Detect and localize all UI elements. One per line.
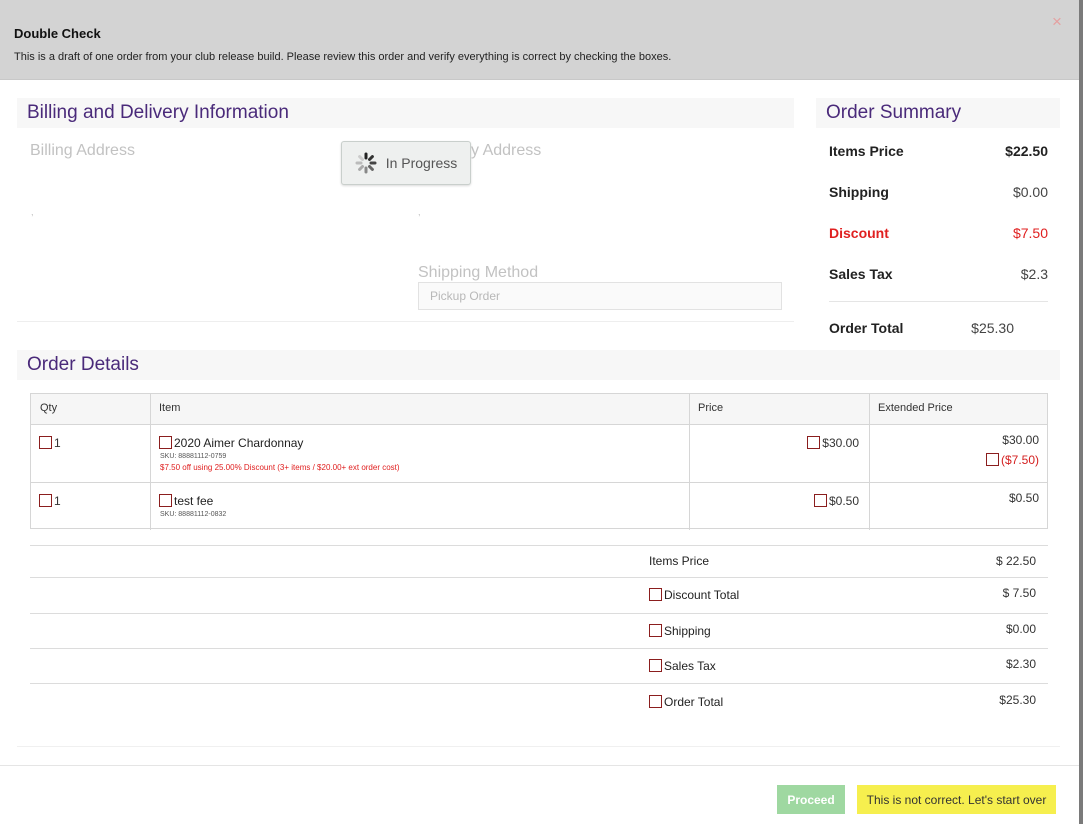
item-sku: SKU: 88881112-0832 bbox=[160, 511, 227, 518]
item-name: 2020 Aimer Chardonnay bbox=[174, 436, 304, 450]
table-row-price: $30.00 bbox=[807, 436, 859, 450]
double-check-modal: Double Check This is a draft of one orde… bbox=[0, 0, 1079, 824]
table-row-qty: 1 bbox=[39, 436, 61, 450]
modal-description: This is a draft of one order from your c… bbox=[14, 51, 672, 63]
totals-divider bbox=[30, 577, 1048, 578]
column-header-item: Item bbox=[150, 394, 689, 425]
table-row-item: 2020 Aimer Chardonnay bbox=[159, 436, 303, 450]
column-header-extended-price: Extended Price bbox=[869, 394, 1047, 425]
verify-checkbox[interactable] bbox=[813, 494, 827, 507]
totals-order-total: Order Total bbox=[649, 695, 723, 709]
summary-discount-value: $7.50 bbox=[1012, 225, 1048, 241]
qty-value: 1 bbox=[54, 494, 61, 508]
table-row-qty: 1 bbox=[39, 494, 61, 508]
totals-shipping-label: Shipping bbox=[664, 624, 711, 638]
row-divider bbox=[31, 482, 1047, 483]
extended-discount: ($7.50) bbox=[985, 453, 1039, 467]
summary-discount-label: Discount bbox=[829, 225, 889, 241]
totals-sales-tax: Sales Tax bbox=[649, 659, 716, 673]
table-row-item: test fee bbox=[159, 494, 213, 508]
verify-checkbox[interactable] bbox=[39, 494, 52, 507]
summary-items-price: Items Price $22.50 bbox=[829, 143, 1048, 163]
verify-checkbox[interactable] bbox=[649, 624, 662, 637]
qty-value: 1 bbox=[54, 436, 61, 450]
in-progress-indicator: In Progress bbox=[341, 141, 471, 185]
order-items-table: Qty Item Price Extended Price 1 2020 Aim… bbox=[30, 393, 1048, 530]
modal-footer: Proceed This is not correct. Let's start… bbox=[0, 765, 1079, 824]
in-progress-label: In Progress bbox=[385, 155, 458, 171]
verify-checkbox[interactable] bbox=[807, 436, 821, 449]
totals-order-total-value: $25.30 bbox=[999, 693, 1036, 707]
close-icon[interactable]: × bbox=[1049, 13, 1065, 31]
column-divider bbox=[689, 394, 690, 530]
item-name: test fee bbox=[174, 494, 214, 508]
modal-title: Double Check bbox=[14, 26, 101, 41]
column-header-qty: Qty bbox=[31, 394, 150, 425]
modal-header: Double Check This is a draft of one orde… bbox=[0, 0, 1079, 80]
price-value: $30.00 bbox=[822, 436, 859, 450]
summary-sales-tax-value: $2.3 bbox=[1020, 266, 1048, 282]
delivery-address-label: y Address bbox=[471, 142, 542, 159]
price-value: $0.50 bbox=[828, 494, 859, 508]
item-sku: SKU: 88881112-0759 bbox=[160, 453, 227, 460]
proceed-button[interactable]: Proceed bbox=[777, 785, 845, 814]
summary-shipping-label: Shipping bbox=[829, 184, 889, 200]
summary-items-price-label: Items Price bbox=[829, 143, 904, 159]
summary-order-total-label: Order Total bbox=[829, 320, 904, 336]
start-over-button[interactable]: This is not correct. Let's start over bbox=[857, 785, 1056, 814]
summary-divider bbox=[829, 301, 1048, 302]
totals-divider bbox=[30, 648, 1048, 649]
verify-checkbox[interactable] bbox=[159, 436, 172, 449]
verify-checkbox[interactable] bbox=[649, 695, 662, 708]
verify-checkbox[interactable] bbox=[159, 494, 172, 507]
summary-shipping: Shipping $0.00 bbox=[829, 184, 1048, 204]
totals-items-price-value: $ 22.50 bbox=[995, 554, 1036, 568]
extended-price-value: $0.50 bbox=[1008, 491, 1039, 505]
summary-order-total-value: $25.30 bbox=[971, 320, 1014, 336]
background-page-edge bbox=[1079, 0, 1083, 824]
table-row-price: $0.50 bbox=[813, 494, 859, 508]
totals-discount-value: $ 7.50 bbox=[1002, 586, 1036, 600]
totals-discount: Discount Total bbox=[649, 588, 739, 602]
totals-divider bbox=[30, 613, 1048, 614]
billing-address-label: Billing Address bbox=[30, 142, 135, 159]
summary-sales-tax-label: Sales Tax bbox=[829, 266, 893, 282]
delivery-address-value: , bbox=[418, 207, 421, 217]
totals-sales-tax-value: $2.30 bbox=[1005, 657, 1036, 671]
column-divider bbox=[150, 394, 151, 530]
column-header-price: Price bbox=[689, 394, 869, 425]
shipping-method-label: Shipping Method bbox=[418, 264, 539, 281]
shipping-method-field[interactable]: Pickup Order bbox=[418, 282, 782, 310]
spinner-icon bbox=[355, 152, 377, 174]
billing-address-value: , bbox=[31, 207, 34, 217]
totals-divider bbox=[30, 683, 1048, 684]
summary-discount: Discount $7.50 bbox=[829, 225, 1048, 245]
totals-discount-label: Discount Total bbox=[664, 588, 740, 602]
totals-order-total-label: Order Total bbox=[664, 695, 724, 709]
extended-discount-value: ($7.50) bbox=[1000, 453, 1039, 467]
billing-section-title: Billing and Delivery Information bbox=[17, 98, 794, 128]
item-discount-note: $7.50 off using 25.00% Discount (3+ item… bbox=[160, 463, 400, 472]
verify-checkbox[interactable] bbox=[649, 659, 662, 672]
verify-checkbox[interactable] bbox=[649, 588, 662, 601]
totals-sales-tax-label: Sales Tax bbox=[664, 659, 716, 673]
content-bottom-divider bbox=[17, 746, 1060, 747]
order-summary-title: Order Summary bbox=[816, 98, 1060, 128]
verify-checkbox[interactable] bbox=[39, 436, 52, 449]
totals-items-price-label: Items Price bbox=[649, 554, 710, 568]
summary-sales-tax: Sales Tax $2.3 bbox=[829, 266, 1048, 286]
summary-shipping-value: $0.00 bbox=[1012, 184, 1048, 200]
extended-price-value: $30.00 bbox=[1002, 433, 1039, 447]
summary-items-price-value: $22.50 bbox=[1005, 143, 1048, 159]
verify-checkbox[interactable] bbox=[985, 453, 999, 466]
totals-shipping-value: $0.00 bbox=[1005, 622, 1036, 636]
column-divider bbox=[869, 394, 870, 530]
order-details-title: Order Details bbox=[17, 350, 1060, 380]
totals-divider bbox=[30, 545, 1048, 546]
summary-order-total: Order Total $25.30 bbox=[829, 320, 1048, 340]
totals-shipping: Shipping bbox=[649, 624, 711, 638]
